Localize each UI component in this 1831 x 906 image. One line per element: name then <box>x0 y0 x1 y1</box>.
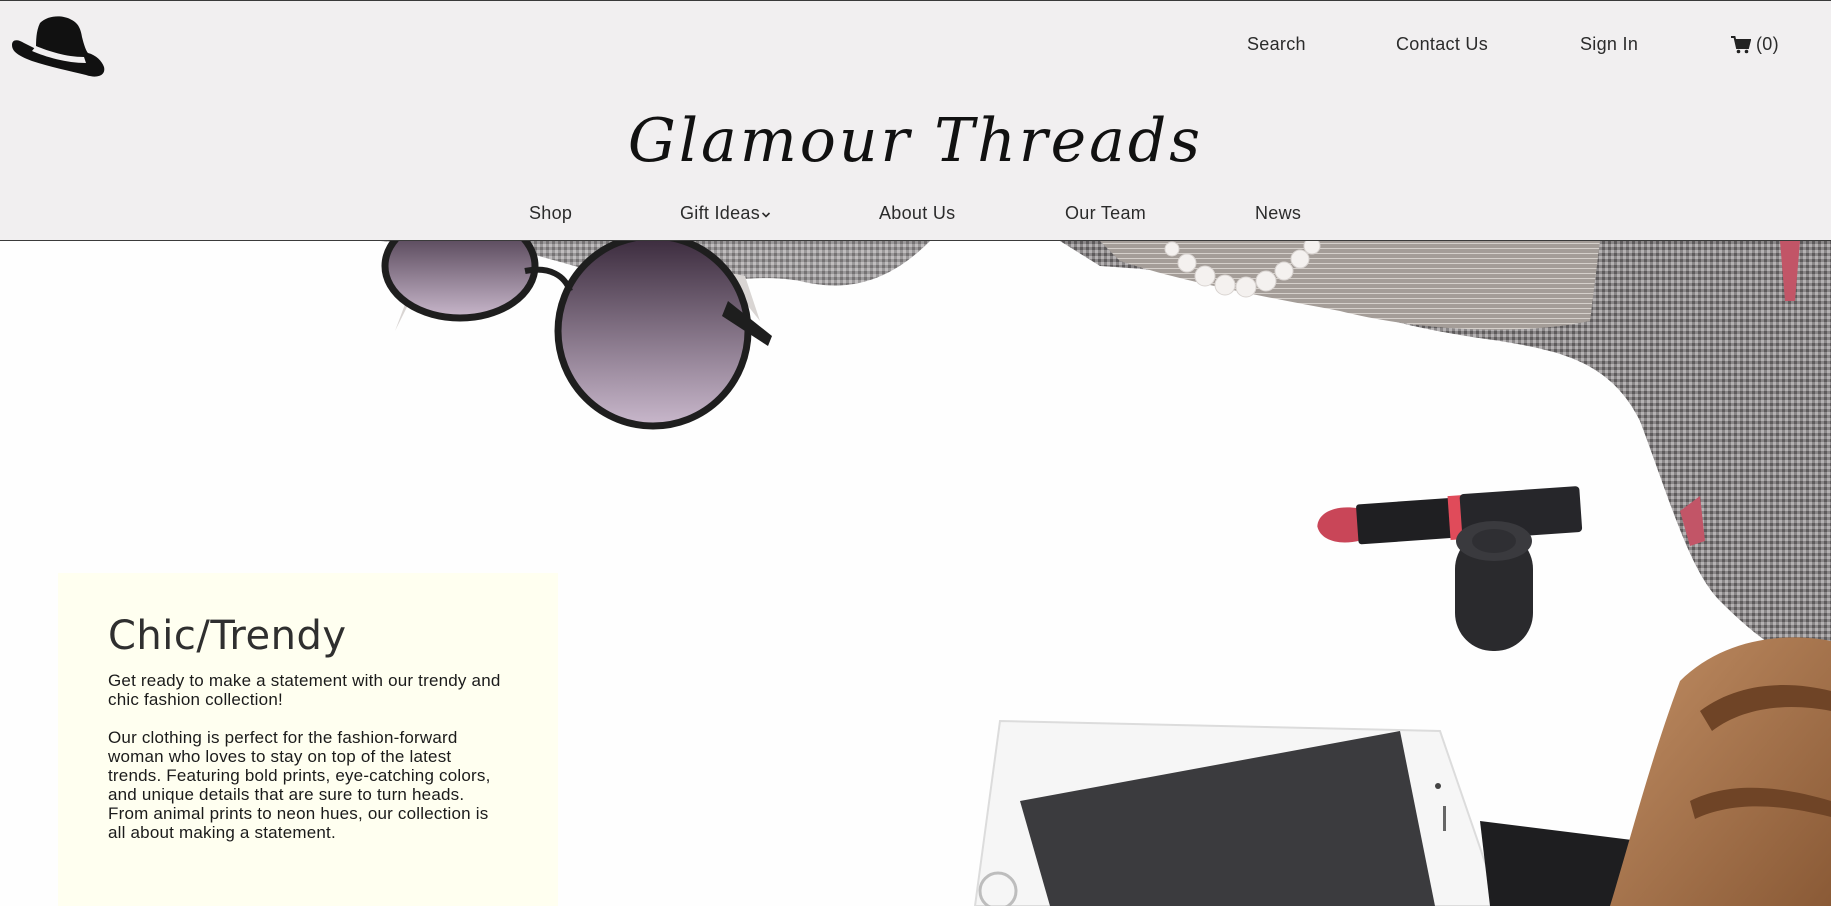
nav-news[interactable]: News <box>1255 203 1301 224</box>
cart-link[interactable]: (0) <box>1731 34 1779 55</box>
main-nav: Shop Gift Ideas About Us Our Team News <box>0 203 1831 227</box>
top-utility-nav: Search Contact Us Sign In (0) <box>0 34 1831 58</box>
promo-card: Chic/Trendy Get ready to make a statemen… <box>58 573 558 906</box>
nav-gift-ideas[interactable]: Gift Ideas <box>680 203 771 224</box>
brand-logotype[interactable]: Glamour Threads <box>0 101 1831 181</box>
promo-title: Chic/Trendy <box>108 613 347 659</box>
contact-us-link[interactable]: Contact Us <box>1396 34 1488 55</box>
nav-gift-ideas-label: Gift Ideas <box>680 203 761 223</box>
site-header: Search Contact Us Sign In (0) Glamour Th… <box>0 0 1831 241</box>
sign-in-link[interactable]: Sign In <box>1580 34 1638 55</box>
chevron-down-icon <box>761 211 771 218</box>
nav-shop[interactable]: Shop <box>529 203 572 224</box>
hero-image: Chic/Trendy Get ready to make a statemen… <box>0 241 1831 906</box>
search-link[interactable]: Search <box>1247 34 1306 55</box>
nav-our-team[interactable]: Our Team <box>1065 203 1146 224</box>
shopping-cart-icon <box>1731 35 1751 53</box>
cart-count: (0) <box>1756 34 1779 54</box>
promo-paragraph-2: Our clothing is perfect for the fashion-… <box>108 728 491 842</box>
nav-about-us[interactable]: About Us <box>879 203 955 224</box>
promo-paragraph-1: Get ready to make a statement with our t… <box>108 671 501 709</box>
